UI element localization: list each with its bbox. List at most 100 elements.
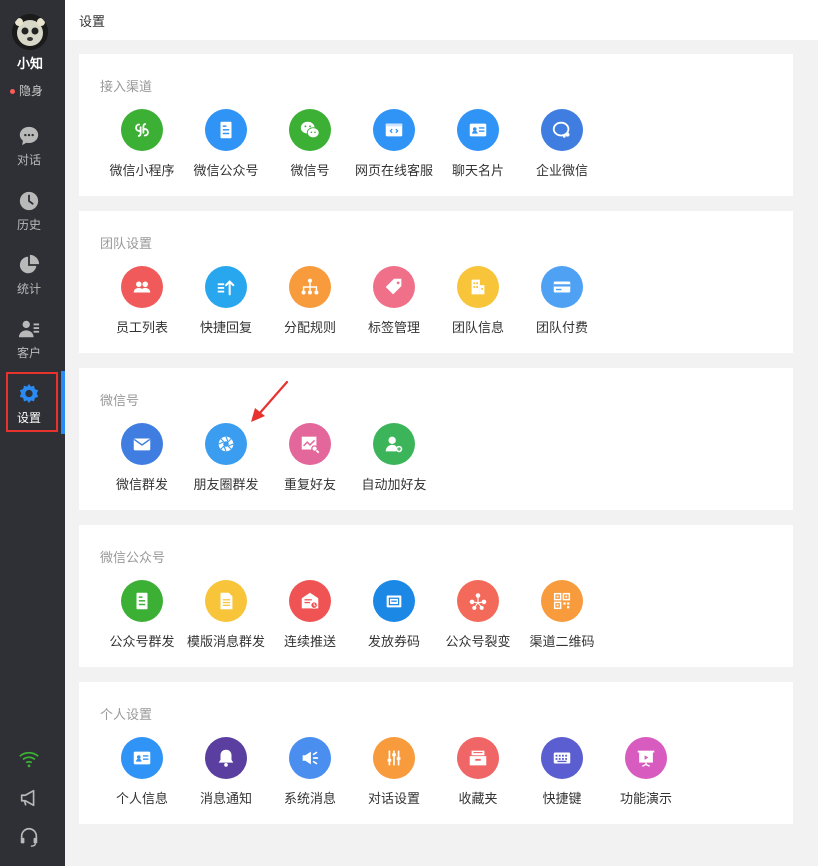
nav-statistics[interactable]: 统计: [0, 254, 58, 297]
aperture-icon: [205, 423, 247, 465]
item-feature-demo[interactable]: 功能演示: [604, 737, 688, 807]
section-title: 微信号: [100, 394, 140, 409]
card-icon: [457, 109, 499, 151]
item-label: 渠道二维码: [529, 635, 595, 650]
item-label: 标签管理: [367, 321, 420, 336]
credit-card-icon: [541, 266, 583, 308]
item-allocation-rules[interactable]: 分配规则: [268, 266, 352, 336]
template-doc-icon: [205, 580, 247, 622]
item-oa-mass-send[interactable]: 公众号群发: [100, 580, 184, 650]
item-label: 团队信息: [451, 321, 504, 336]
item-label: 消息通知: [199, 792, 252, 807]
item-system-message[interactable]: 系统消息: [268, 737, 352, 807]
building-icon: [457, 266, 499, 308]
sidebar: 小知 隐身 对话 历史 统计 客户 设置: [0, 0, 65, 866]
item-label: 微信号: [290, 164, 330, 179]
item-chat-settings[interactable]: 对话设置: [352, 737, 436, 807]
item-label: 朋友圈群发: [193, 478, 259, 493]
item-label: 企业微信: [535, 164, 588, 179]
nav-history-label: 历史: [16, 218, 41, 232]
section-official-account: 微信公众号 公众号群发 模版消息群发 连续推送 发放券码 公众号裂变 渠道二维码: [79, 525, 793, 667]
fission-icon: [457, 580, 499, 622]
status-dot: [10, 89, 15, 94]
status-indicator[interactable]: 隐身: [10, 82, 43, 99]
item-label: 收藏夹: [458, 792, 498, 807]
item-channel-qrcode[interactable]: 渠道二维码: [520, 580, 604, 650]
scheduled-push-icon: [289, 580, 331, 622]
item-wechat-account[interactable]: 微信号: [268, 109, 352, 179]
wifi-icon[interactable]: [18, 748, 40, 770]
item-team-info[interactable]: 团队信息: [436, 266, 520, 336]
sliders-icon: [373, 737, 415, 779]
headset-icon[interactable]: [18, 826, 40, 848]
item-label: 聊天名片: [451, 164, 504, 179]
section-title: 个人设置: [100, 708, 153, 723]
qrcode-icon: [541, 580, 583, 622]
item-label: 个人信息: [115, 792, 168, 807]
item-label: 公众号裂变: [445, 635, 511, 650]
item-label: 分配规则: [283, 321, 336, 336]
item-chat-card[interactable]: 聊天名片: [436, 109, 520, 179]
nav-statistics-label: 统计: [16, 282, 41, 296]
section-title: 接入渠道: [100, 80, 153, 95]
article-icon: [121, 580, 163, 622]
broadcast-icon: [289, 737, 331, 779]
item-template-message[interactable]: 模版消息群发: [184, 580, 268, 650]
item-duplicate-friends[interactable]: 重复好友: [268, 423, 352, 493]
keyboard-icon: [541, 737, 583, 779]
item-moments-mass-send[interactable]: 朋友圈群发: [184, 423, 268, 493]
item-wechat-mass-send[interactable]: 微信群发: [100, 423, 184, 493]
clock-icon: [19, 191, 39, 211]
item-team-payment[interactable]: 团队付费: [520, 266, 604, 336]
mail-icon: [121, 423, 163, 465]
section-access-channels: 接入渠道 微信小程序 微信公众号 微信号 网页在线客服 聊天名片 企业微信: [79, 54, 793, 196]
nav-customer[interactable]: 客户: [0, 318, 58, 361]
pie-chart-icon: [19, 254, 40, 274]
inbox-icon: [457, 737, 499, 779]
item-label: 对话设置: [367, 792, 420, 807]
avatar[interactable]: [12, 14, 48, 50]
nav-customer-label: 客户: [16, 346, 41, 360]
item-tag-management[interactable]: 标签管理: [352, 266, 436, 336]
webpage-code-icon: [373, 109, 415, 151]
item-label: 自动加好友: [361, 478, 427, 493]
item-label: 重复好友: [283, 478, 336, 493]
item-label: 模版消息群发: [186, 635, 265, 650]
nav-chat-label: 对话: [16, 153, 41, 167]
section-wechat-account: 微信号 微信群发 朋友圈群发 重复好友 自动加好友: [79, 368, 793, 510]
item-web-chat[interactable]: 网页在线客服: [352, 109, 436, 179]
item-staff-list[interactable]: 员工列表: [100, 266, 184, 336]
item-mini-program[interactable]: 微信小程序: [100, 109, 184, 179]
item-favorites[interactable]: 收藏夹: [436, 737, 520, 807]
item-quick-reply[interactable]: 快捷回复: [184, 266, 268, 336]
item-oa-fission[interactable]: 公众号裂变: [436, 580, 520, 650]
wechat-icon: [289, 109, 331, 151]
document-icon: [205, 109, 247, 151]
item-personal-info[interactable]: 个人信息: [100, 737, 184, 807]
presentation-icon: [625, 737, 667, 779]
work-wechat-icon: [541, 109, 583, 151]
status-label: 隐身: [19, 84, 44, 98]
section-personal-settings: 个人设置 个人信息 消息通知 系统消息 对话设置 收藏夹 快捷键 功能演示: [79, 682, 793, 824]
item-shortcut-keys[interactable]: 快捷键: [520, 737, 604, 807]
item-label: 网页在线客服: [354, 164, 433, 179]
customer-icon: [18, 320, 40, 338]
item-continuous-push[interactable]: 连续推送: [268, 580, 352, 650]
nav-chat[interactable]: 对话: [0, 125, 58, 168]
item-official-account[interactable]: 微信公众号: [184, 109, 268, 179]
item-label: 连续推送: [283, 635, 336, 650]
item-label: 微信小程序: [109, 164, 175, 179]
section-title: 团队设置: [100, 237, 153, 252]
item-label: 团队付费: [535, 321, 588, 336]
nav-history[interactable]: 历史: [0, 190, 58, 233]
item-enterprise-wechat[interactable]: 企业微信: [520, 109, 604, 179]
item-auto-add-friends[interactable]: 自动加好友: [352, 423, 436, 493]
megaphone-icon[interactable]: [18, 787, 40, 809]
item-message-notification[interactable]: 消息通知: [184, 737, 268, 807]
item-label: 员工列表: [115, 321, 168, 336]
chart-search-icon: [289, 423, 331, 465]
item-label: 系统消息: [283, 792, 336, 807]
item-label: 发放券码: [367, 635, 420, 650]
add-friend-icon: [373, 423, 415, 465]
item-issue-coupons[interactable]: 发放券码: [352, 580, 436, 650]
